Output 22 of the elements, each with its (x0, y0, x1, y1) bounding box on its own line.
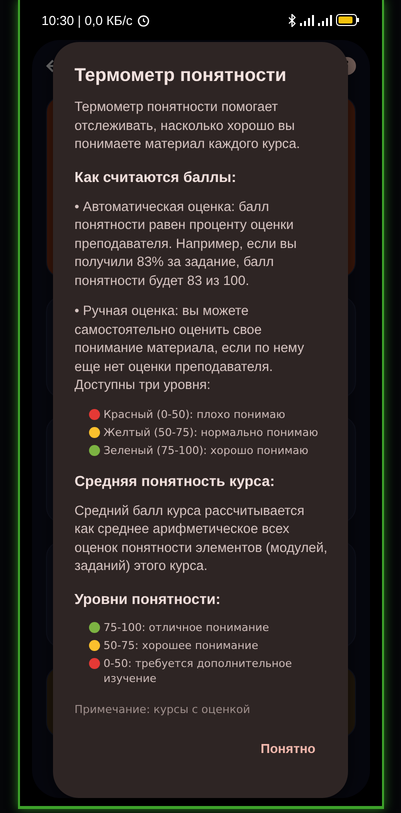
legend-text: 50-75: хорошее понимание (104, 638, 258, 652)
legend-text: Красный (0-50): плохо понимаю (104, 406, 286, 422)
signal-icon (318, 14, 332, 26)
legend-text: Зеленый (75-100): хорошо понимаю (104, 442, 308, 458)
note-text: Примечание: курсы с оценкой (74, 702, 252, 716)
alarm-icon (136, 14, 150, 26)
legend-text: Желтый (50-75): нормально понимаю (104, 424, 318, 440)
battery-icon (336, 14, 360, 26)
description-text: Средний балл курса рассчитывается как среднее арифметическое всех оценок понятности элементов (модулей, заданий) этого курса. (74, 502, 328, 575)
description-text: Термометр понятности помогает отслеживать, насколько хорошо вы понимаете материал каждого курса. (74, 98, 302, 153)
section-heading: Средняя понятность курса: (74, 474, 276, 490)
section-heading: Как считаются баллы: (74, 170, 238, 186)
description-text: • Автоматическая оценка: балл понятности равен проценту оценки преподавателя. Например, если вы получили 83% за задание, балл понятности будет 83 из 100. (74, 198, 298, 290)
section-heading: Уровни понятности: (74, 592, 222, 608)
description-text: • Ручная оценка: вы можете самостоятельно оценить свое понимание материала, если по нему еще нет оценки преподавателя. Доступны три уровня: (74, 302, 306, 394)
dialog-title: Термометр понятности (74, 64, 288, 86)
bluetooth-icon (288, 14, 296, 26)
signal-icon (300, 14, 314, 26)
status-time: 10:30 | 0,0 КБ/с (42, 12, 133, 28)
legend-text: 75-100: отличное понимание (104, 620, 269, 634)
ok-button[interactable]: Понятно (254, 733, 322, 764)
legend-text: 0-50: требуется дополнительное изучение (104, 656, 293, 686)
